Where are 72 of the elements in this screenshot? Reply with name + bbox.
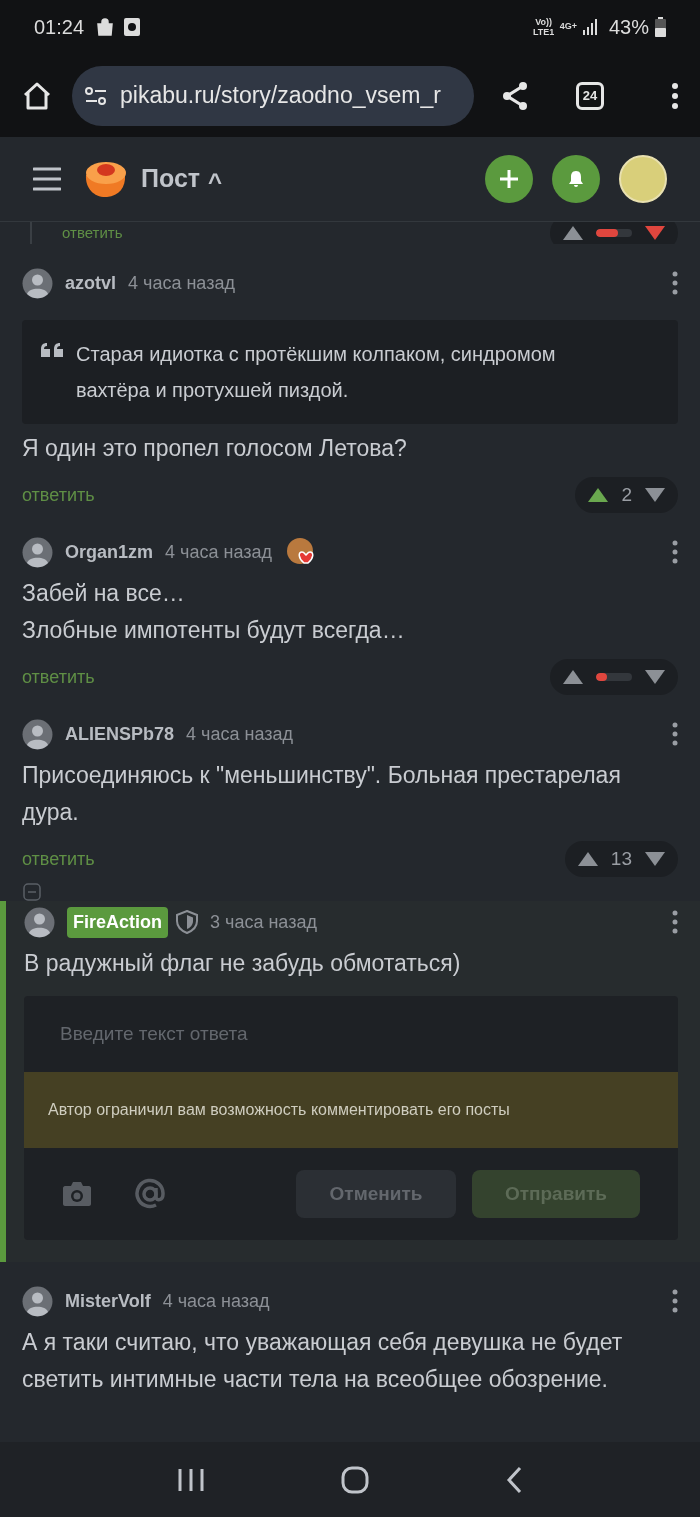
downvote-icon[interactable] bbox=[644, 669, 666, 685]
comment-time: 4 часа назад bbox=[186, 722, 293, 746]
share-icon[interactable] bbox=[500, 80, 530, 111]
comment-text: Я один это пропел голосом Летова? bbox=[22, 434, 408, 463]
mention-icon[interactable] bbox=[134, 1178, 166, 1210]
recent-apps-icon[interactable] bbox=[178, 1467, 205, 1492]
comment-time: 4 часа назад bbox=[128, 271, 235, 295]
add-button[interactable] bbox=[485, 155, 533, 203]
comment-text: А я таки считаю, что уважающая себя девушка не будет светить интимные части тела на всеобщее обозрение. bbox=[22, 1328, 624, 1394]
user-avatar[interactable] bbox=[22, 267, 53, 299]
menu-icon[interactable] bbox=[672, 82, 678, 109]
upvote-icon[interactable] bbox=[587, 487, 610, 503]
quote-text: Старая идиотка с протёкшим колпаком, синдромом вахтёра и протухшей пиздой. bbox=[76, 342, 557, 403]
rating-score: 2 bbox=[621, 482, 632, 507]
shield-icon bbox=[176, 910, 198, 934]
user-avatar[interactable] bbox=[24, 906, 55, 938]
username[interactable]: MisterVolf bbox=[65, 1287, 151, 1315]
bell-icon bbox=[568, 170, 584, 188]
user-avatar[interactable] bbox=[22, 718, 53, 750]
comment-text: Забей на все… bbox=[22, 579, 186, 608]
downvote-icon[interactable] bbox=[644, 225, 666, 241]
camera-icon[interactable] bbox=[62, 1181, 92, 1207]
home-nav-icon[interactable] bbox=[341, 1465, 369, 1494]
volte-label: Vo)) LTE1 bbox=[532, 17, 556, 37]
back-icon[interactable] bbox=[505, 1465, 522, 1494]
signal-icon bbox=[582, 19, 599, 35]
username[interactable]: ALIENSPb78 bbox=[65, 720, 175, 748]
comment-time: 3 часа назад bbox=[210, 910, 317, 934]
hamburger-icon[interactable] bbox=[33, 167, 61, 191]
url-text: pikabu.ru/story/zaodno_vsem_r bbox=[120, 81, 441, 111]
reply-link[interactable]: ответить bbox=[22, 663, 95, 691]
battery-icon bbox=[655, 17, 666, 37]
reply-link[interactable]: ответить bbox=[22, 481, 95, 509]
comment-text: Злобные импотенты будут всегда… bbox=[22, 616, 406, 645]
more-icon[interactable] bbox=[672, 1289, 678, 1313]
site-settings-icon[interactable] bbox=[84, 85, 108, 106]
reply-link[interactable]: ответить bbox=[62, 224, 123, 242]
logo-icon[interactable] bbox=[83, 159, 127, 199]
upvote-icon[interactable] bbox=[562, 225, 584, 241]
restriction-notice: Автор ограничил вам возможность комментировать его посты bbox=[24, 1072, 678, 1148]
battery-percent: 43% bbox=[608, 15, 649, 40]
upvote-icon[interactable] bbox=[562, 669, 584, 685]
address-bar[interactable]: pikabu.ru/story/zaodno_vsem_r bbox=[72, 65, 474, 126]
caret-icon[interactable]: ^ bbox=[208, 164, 223, 194]
shopping-bag-icon bbox=[96, 18, 115, 36]
tab-count-button[interactable]: 24 bbox=[576, 81, 604, 110]
user-avatar[interactable] bbox=[22, 536, 53, 568]
more-icon[interactable] bbox=[672, 540, 678, 564]
status-time: 01:24 bbox=[34, 15, 85, 40]
rating-score: 13 bbox=[610, 846, 632, 871]
header-title[interactable]: Пост bbox=[141, 160, 201, 198]
upvote-icon[interactable] bbox=[576, 851, 599, 867]
comment-text: Присоединяюсь к "меньшинству". Больная престарелая дура. bbox=[22, 761, 622, 827]
quote-icon bbox=[40, 342, 66, 358]
plus-icon bbox=[499, 169, 519, 189]
comment-text: В радужный флаг не забудь обмотаться) bbox=[24, 949, 462, 978]
reply-input[interactable]: Введите текст ответа bbox=[24, 996, 678, 1072]
profile-avatar[interactable] bbox=[619, 155, 667, 203]
notifications-button[interactable] bbox=[552, 155, 600, 203]
user-avatar[interactable] bbox=[22, 1285, 53, 1317]
more-icon[interactable] bbox=[672, 722, 678, 746]
network-type: 4G+ bbox=[559, 20, 577, 34]
username[interactable]: Organ1zm bbox=[65, 538, 154, 566]
more-icon[interactable] bbox=[672, 910, 678, 934]
downvote-icon[interactable] bbox=[644, 851, 666, 867]
username[interactable]: azotvl bbox=[65, 269, 116, 297]
comment-time: 4 часа назад bbox=[162, 1289, 270, 1313]
reply-link[interactable]: ответить bbox=[22, 845, 95, 873]
downvote-icon[interactable] bbox=[644, 487, 666, 503]
comment-time: 4 часа назад bbox=[165, 540, 272, 564]
more-icon[interactable] bbox=[672, 271, 678, 295]
home-icon[interactable] bbox=[22, 81, 52, 110]
